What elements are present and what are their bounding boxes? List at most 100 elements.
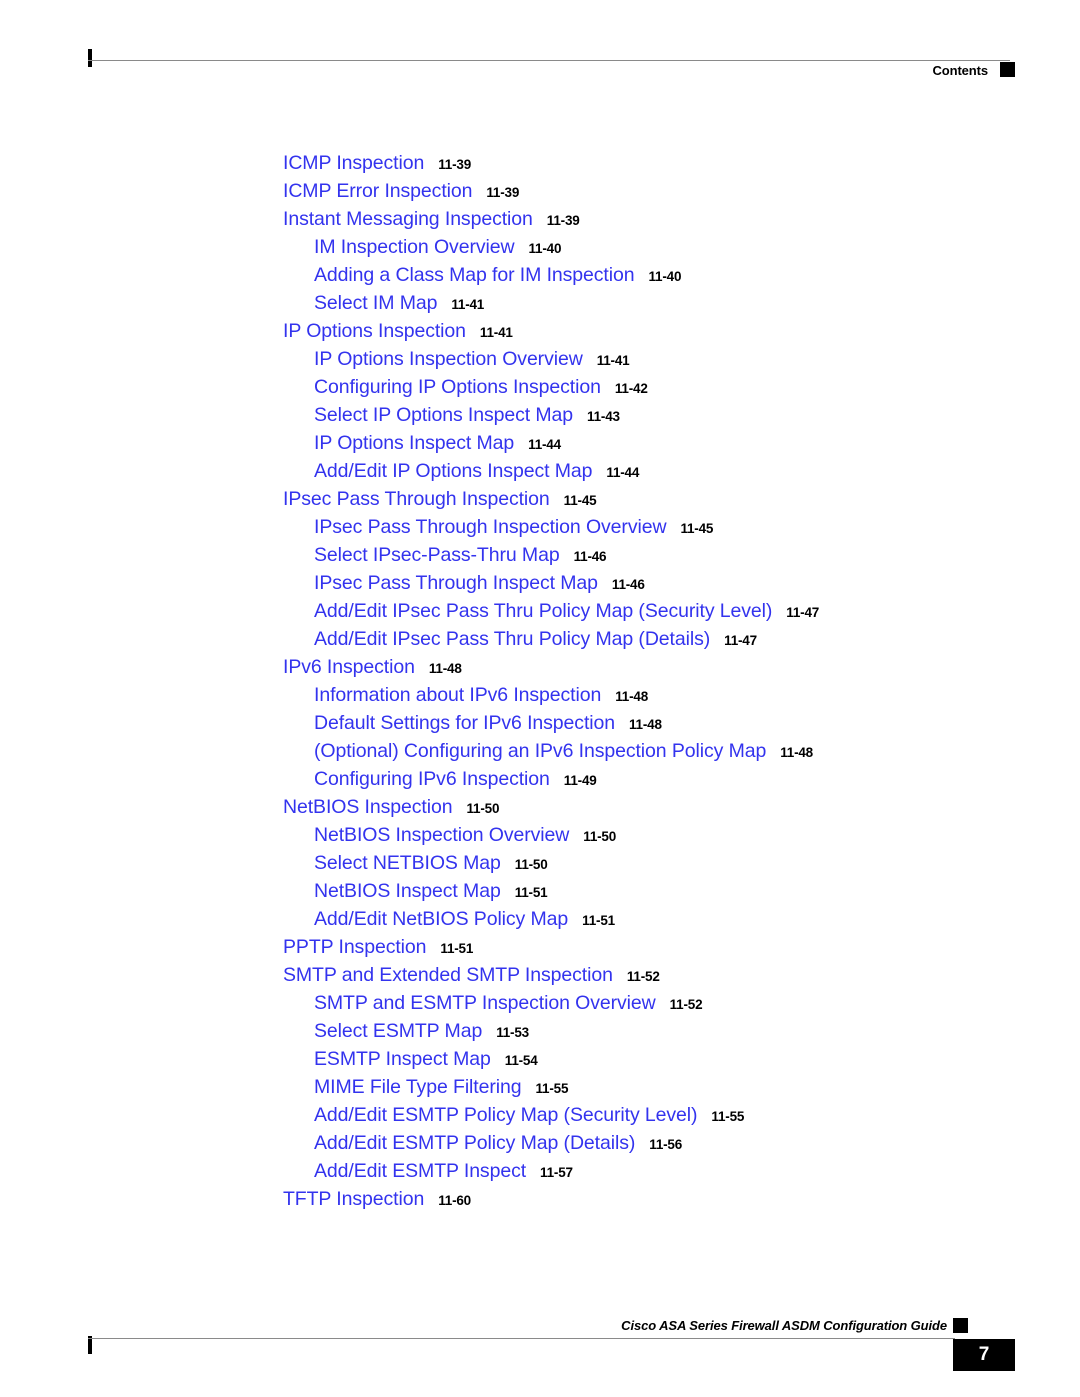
toc-entry[interactable]: SMTP and ESMTP Inspection Overview 11-52	[0, 989, 1080, 1017]
toc-entry-page-number[interactable]: 11-53	[496, 1025, 529, 1040]
toc-entry-page-number[interactable]: 11-56	[649, 1137, 682, 1152]
toc-entry-title[interactable]: Add/Edit IP Options Inspect Map	[314, 460, 592, 482]
toc-entry-page-number[interactable]: 11-41	[597, 353, 630, 368]
toc-entry[interactable]: SMTP and Extended SMTP Inspection 11-52	[0, 961, 1080, 989]
toc-entry-title[interactable]: IPv6 Inspection	[283, 656, 415, 678]
toc-entry-title[interactable]: Select IP Options Inspect Map	[314, 404, 573, 426]
toc-entry[interactable]: NetBIOS Inspection 11-50	[0, 793, 1080, 821]
toc-entry-title[interactable]: NetBIOS Inspection	[283, 796, 453, 818]
toc-entry-title[interactable]: IP Options Inspection	[283, 320, 466, 342]
toc-entry-page-number[interactable]: 11-45	[564, 493, 597, 508]
toc-entry[interactable]: Add/Edit IPsec Pass Thru Policy Map (Sec…	[0, 597, 1080, 625]
toc-entry-page-number[interactable]: 11-57	[540, 1165, 573, 1180]
toc-entry[interactable]: Select NETBIOS Map 11-50	[0, 849, 1080, 877]
toc-entry[interactable]: Adding a Class Map for IM Inspection 11-4…	[0, 261, 1080, 289]
toc-entry[interactable]: IP Options Inspect Map 11-44	[0, 429, 1080, 457]
toc-entry-page-number[interactable]: 11-51	[582, 913, 615, 928]
toc-entry-title[interactable]: Add/Edit NetBIOS Policy Map	[314, 908, 568, 930]
toc-entry-title[interactable]: SMTP and ESMTP Inspection Overview	[314, 992, 656, 1014]
toc-entry-title[interactable]: Add/Edit ESMTP Inspect	[314, 1160, 526, 1182]
toc-entry-title[interactable]: IP Options Inspect Map	[314, 432, 514, 454]
toc-entry[interactable]: NetBIOS Inspection Overview 11-50	[0, 821, 1080, 849]
toc-entry-page-number[interactable]: 11-48	[780, 745, 813, 760]
toc-entry-page-number[interactable]: 11-45	[680, 521, 713, 536]
toc-entry[interactable]: ESMTP Inspect Map 11-54	[0, 1045, 1080, 1073]
toc-entry-page-number[interactable]: 11-51	[440, 941, 473, 956]
toc-entry-page-number[interactable]: 11-44	[528, 437, 561, 452]
toc-entry[interactable]: NetBIOS Inspect Map 11-51	[0, 877, 1080, 905]
toc-entry[interactable]: Instant Messaging Inspection 11-39	[0, 205, 1080, 233]
toc-entry-title[interactable]: Select IM Map	[314, 292, 437, 314]
toc-entry-title[interactable]: ESMTP Inspect Map	[314, 1048, 491, 1070]
toc-entry-page-number[interactable]: 11-48	[429, 661, 462, 676]
toc-entry-title[interactable]: IPsec Pass Through Inspection	[283, 488, 550, 510]
toc-entry-title[interactable]: Add/Edit ESMTP Policy Map (Details)	[314, 1132, 635, 1154]
toc-entry-page-number[interactable]: 11-50	[515, 857, 548, 872]
toc-entry-page-number[interactable]: 11-49	[564, 773, 597, 788]
toc-entry-page-number[interactable]: 11-48	[615, 689, 648, 704]
toc-entry[interactable]: IP Options Inspection 11-41	[0, 317, 1080, 345]
toc-entry-title[interactable]: Instant Messaging Inspection	[283, 208, 533, 230]
toc-entry-title[interactable]: MIME File Type Filtering	[314, 1076, 522, 1098]
toc-entry-page-number[interactable]: 11-55	[535, 1081, 568, 1096]
toc-entry-page-number[interactable]: 11-51	[515, 885, 548, 900]
toc-entry-page-number[interactable]: 11-47	[724, 633, 757, 648]
toc-entry[interactable]: Select IPsec-Pass-Thru Map 11-46	[0, 541, 1080, 569]
toc-entry[interactable]: Add/Edit NetBIOS Policy Map 11-51	[0, 905, 1080, 933]
toc-entry[interactable]: Select IP Options Inspect Map 11-43	[0, 401, 1080, 429]
toc-entry-page-number[interactable]: 11-50	[466, 801, 499, 816]
toc-entry-page-number[interactable]: 11-42	[615, 381, 648, 396]
toc-entry-title[interactable]: (Optional) Configuring an IPv6 Inspectio…	[314, 740, 766, 762]
toc-entry-title[interactable]: NetBIOS Inspect Map	[314, 880, 501, 902]
toc-entry[interactable]: Configuring IP Options Inspection 11-42	[0, 373, 1080, 401]
toc-entry-page-number[interactable]: 11-52	[670, 997, 703, 1012]
toc-entry-page-number[interactable]: 11-40	[528, 241, 561, 256]
toc-entry-page-number[interactable]: 11-41	[451, 297, 484, 312]
toc-entry[interactable]: MIME File Type Filtering 11-55	[0, 1073, 1080, 1101]
toc-entry[interactable]: Add/Edit IPsec Pass Thru Policy Map (Det…	[0, 625, 1080, 653]
toc-entry[interactable]: Default Settings for IPv6 Inspection 11-4…	[0, 709, 1080, 737]
toc-entry[interactable]: TFTP Inspection 11-60	[0, 1185, 1080, 1213]
toc-entry[interactable]: (Optional) Configuring an IPv6 Inspectio…	[0, 737, 1080, 765]
toc-entry-page-number[interactable]: 11-46	[574, 549, 607, 564]
toc-entry-page-number[interactable]: 11-41	[480, 325, 513, 340]
toc-entry-title[interactable]: ICMP Error Inspection	[283, 180, 472, 202]
toc-entry-page-number[interactable]: 11-47	[786, 605, 819, 620]
toc-entry-title[interactable]: Add/Edit ESMTP Policy Map (Security Leve…	[314, 1104, 698, 1126]
toc-entry-page-number[interactable]: 11-54	[505, 1053, 538, 1068]
toc-entry[interactable]: IP Options Inspection Overview 11-41	[0, 345, 1080, 373]
toc-entry-title[interactable]: Add/Edit IPsec Pass Thru Policy Map (Det…	[314, 628, 710, 650]
toc-entry[interactable]: Configuring IPv6 Inspection 11-49	[0, 765, 1080, 793]
toc-entry[interactable]: IPsec Pass Through Inspection Overview 11…	[0, 513, 1080, 541]
toc-entry-page-number[interactable]: 11-40	[648, 269, 681, 284]
toc-entry-title[interactable]: Information about IPv6 Inspection	[314, 684, 601, 706]
toc-entry-title[interactable]: Adding a Class Map for IM Inspection	[314, 264, 635, 286]
toc-entry[interactable]: IPv6 Inspection 11-48	[0, 653, 1080, 681]
toc-entry[interactable]: Select IM Map 11-41	[0, 289, 1080, 317]
toc-entry-page-number[interactable]: 11-52	[627, 969, 660, 984]
toc-entry-title[interactable]: Configuring IP Options Inspection	[314, 376, 601, 398]
toc-entry-page-number[interactable]: 11-46	[612, 577, 645, 592]
toc-entry[interactable]: Information about IPv6 Inspection 11-48	[0, 681, 1080, 709]
toc-entry-page-number[interactable]: 11-50	[583, 829, 616, 844]
toc-entry[interactable]: ICMP Inspection 11-39	[0, 149, 1080, 177]
toc-entry-title[interactable]: Select NETBIOS Map	[314, 852, 501, 874]
toc-entry-page-number[interactable]: 11-48	[629, 717, 662, 732]
toc-entry-title[interactable]: IP Options Inspection Overview	[314, 348, 583, 370]
toc-entry[interactable]: Add/Edit ESMTP Policy Map (Security Leve…	[0, 1101, 1080, 1129]
toc-entry-title[interactable]: TFTP Inspection	[283, 1188, 424, 1210]
toc-entry-page-number[interactable]: 11-44	[606, 465, 639, 480]
toc-entry-title[interactable]: IPsec Pass Through Inspect Map	[314, 572, 598, 594]
toc-entry-page-number[interactable]: 11-39	[547, 213, 580, 228]
toc-entry-title[interactable]: IM Inspection Overview	[314, 236, 515, 258]
toc-entry-title[interactable]: Default Settings for IPv6 Inspection	[314, 712, 615, 734]
toc-entry-title[interactable]: SMTP and Extended SMTP Inspection	[283, 964, 613, 986]
toc-entry[interactable]: IPsec Pass Through Inspect Map 11-46	[0, 569, 1080, 597]
toc-entry[interactable]: Add/Edit IP Options Inspect Map 11-44	[0, 457, 1080, 485]
toc-entry[interactable]: Add/Edit ESMTP Policy Map (Details) 11-56	[0, 1129, 1080, 1157]
toc-entry-page-number[interactable]: 11-60	[438, 1193, 471, 1208]
toc-entry-title[interactable]: Select IPsec-Pass-Thru Map	[314, 544, 560, 566]
toc-entry-title[interactable]: PPTP Inspection	[283, 936, 426, 958]
toc-entry[interactable]: IM Inspection Overview 11-40	[0, 233, 1080, 261]
toc-entry-title[interactable]: Configuring IPv6 Inspection	[314, 768, 550, 790]
